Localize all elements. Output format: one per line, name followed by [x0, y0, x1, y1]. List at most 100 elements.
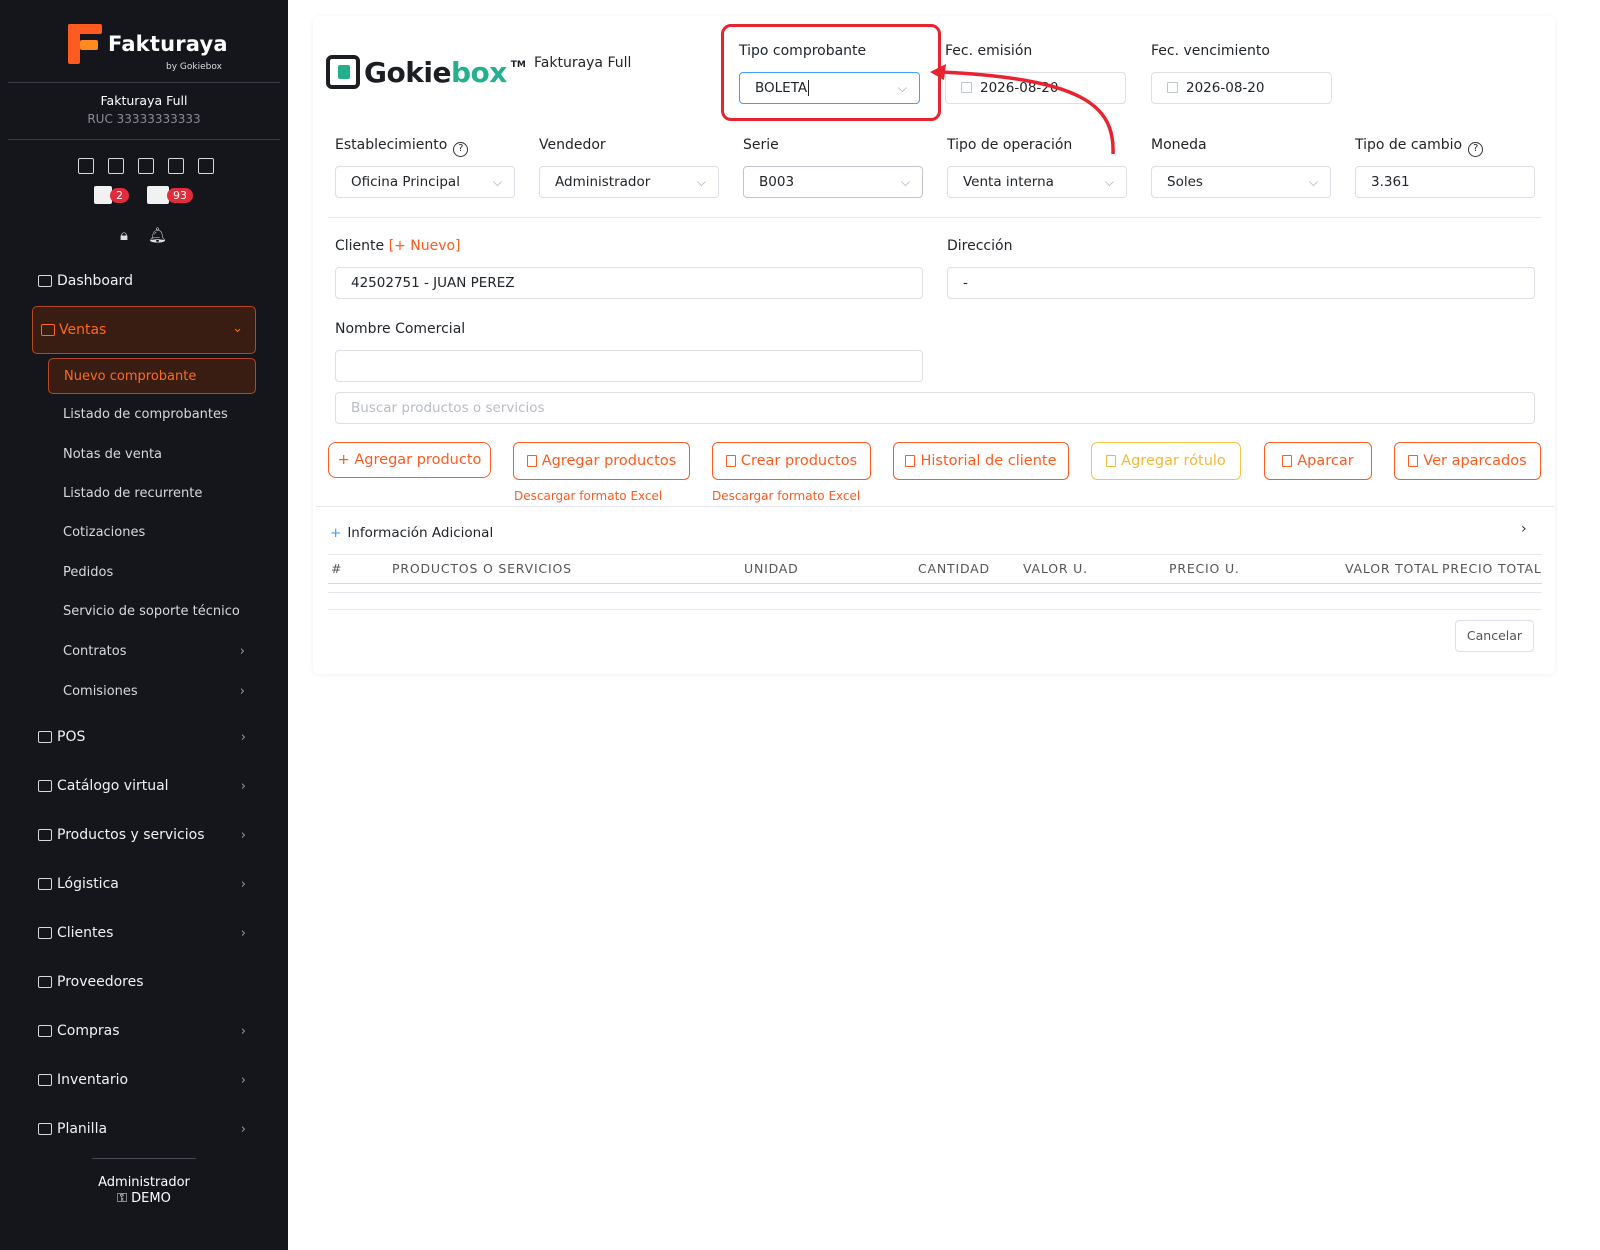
table-divider [328, 592, 1542, 593]
chevron-right-icon: › [240, 827, 246, 843]
chevron-right-icon: › [240, 925, 246, 941]
sidebar-item-label: Proveedores [57, 974, 144, 990]
sidebar-item-clientes[interactable]: Clientes › [38, 920, 258, 946]
table-divider [328, 554, 1542, 555]
sidebar-item-inventario[interactable]: Inventario › [38, 1067, 258, 1093]
download-excel-link[interactable]: Descargar formato Excel [514, 489, 662, 503]
boxes-badge[interactable]: 93 [147, 186, 193, 204]
sidebar-item-logistica[interactable]: Lógistica › [38, 871, 258, 897]
sidebar-item-label: Planilla [57, 1121, 108, 1137]
shopping-bag-icon [38, 1025, 52, 1037]
chevron-right-icon: › [239, 644, 245, 659]
inventory-icon [38, 1074, 52, 1086]
table-header-index: # [331, 561, 343, 576]
park-button[interactable]: Aparcar [1264, 442, 1372, 480]
sidebar-item-compras[interactable]: Compras › [38, 1018, 258, 1044]
key-icon: ⚿ [117, 1191, 132, 1206]
chevron-right-icon: › [240, 778, 246, 794]
sidebar-subitem-contratos[interactable]: Contratos › [63, 644, 253, 659]
list-icon [1106, 455, 1117, 467]
sidebar-subitem-notas-venta[interactable]: Notas de venta [63, 447, 253, 462]
view-parked-button[interactable]: Ver aparcados [1394, 442, 1541, 480]
chevron-down-icon: ⌵ [696, 175, 706, 189]
tipo-cambio-label: Tipo de cambio? [1355, 137, 1484, 157]
add-label-button[interactable]: Agregar rótulo [1091, 442, 1241, 480]
current-user-name[interactable]: Administrador [0, 1175, 288, 1190]
sidebar-item-proveedores[interactable]: Proveedores [38, 969, 258, 995]
users-icon[interactable] [168, 158, 184, 174]
info-adicional-toggle[interactable]: + Información Adicional [330, 525, 493, 541]
sidebar-item-label: Comisiones [63, 684, 138, 699]
box-icon[interactable] [198, 158, 214, 174]
app-layout: Fakturaya by Gokiebox Fakturaya Full RUC… [0, 0, 1600, 1250]
serie-select[interactable]: B003 ⌵ [743, 166, 923, 198]
client-history-button[interactable]: Historial de cliente [893, 442, 1069, 480]
help-icon[interactable]: ? [1468, 142, 1484, 157]
sidebar-item-ventas[interactable]: Ventas ⌄ [32, 306, 256, 354]
bell-icon[interactable]: 🔔︎ [148, 226, 167, 244]
brand-logo[interactable]: Fakturaya [68, 24, 228, 64]
quick-icons [78, 158, 214, 174]
sidebar-subitem-cotizaciones[interactable]: Cotizaciones [63, 525, 253, 540]
search-products-input[interactable]: Buscar productos o servicios [335, 392, 1535, 424]
chevron-right-icon: › [240, 876, 246, 892]
button-label: Aparcar [1297, 453, 1354, 469]
section-divider [316, 506, 1554, 507]
moneda-select[interactable]: Soles ⌵ [1151, 166, 1331, 198]
sidebar-item-planilla[interactable]: Planilla › [38, 1116, 258, 1142]
sidebar-subitem-nuevo-comprobante[interactable]: Nuevo comprobante [48, 358, 256, 394]
table-header-total-price: PRECIO TOTAL [1442, 561, 1542, 576]
add-products-excel-button[interactable]: Agregar productos [513, 442, 690, 480]
download-excel-link[interactable]: Descargar formato Excel [712, 489, 860, 503]
info-adicional-label: Información Adicional [347, 525, 494, 541]
button-label: Ver aparcados [1423, 453, 1527, 469]
sidebar-subitem-soporte-tecnico[interactable]: Servicio de soporte técnico [63, 604, 253, 619]
nuevo-cliente-link[interactable]: [+ Nuevo] [389, 238, 461, 254]
sidebar-item-label: Nuevo comprobante [64, 369, 197, 384]
tag-icon [38, 878, 52, 890]
vendedor-select[interactable]: Administrador ⌵ [539, 166, 719, 198]
store-icon[interactable] [108, 158, 124, 174]
box-icon [38, 829, 52, 841]
sidebar-item-productos[interactable]: Productos y servicios › [38, 822, 258, 848]
sidebar-item-catalogo[interactable]: Catálogo virtual › [38, 773, 258, 799]
sidebar-item-label: Lógistica [57, 876, 119, 892]
chevron-down-icon: ⌵ [1308, 175, 1318, 189]
calendar-badge[interactable]: 2 [94, 186, 129, 204]
badge-count: 2 [110, 187, 129, 203]
cancel-button[interactable]: Cancelar [1455, 620, 1534, 652]
fakturaya-logo-icon [68, 24, 102, 64]
calculator-icon[interactable] [138, 158, 154, 174]
sidebar-subitem-listado-comprobantes[interactable]: Listado de comprobantes [63, 407, 253, 422]
sidebar-item-dashboard[interactable]: Dashboard [38, 268, 258, 294]
file-excel-icon [526, 455, 537, 467]
vendedor-label: Vendedor [539, 137, 606, 153]
serie-label: Serie [743, 137, 779, 153]
cliente-label: Cliente [+ Nuevo] [335, 238, 461, 254]
help-icon[interactable]: ? [453, 142, 469, 157]
chevron-down-icon: ⌵ [1104, 175, 1114, 189]
add-product-button[interactable]: + Agregar producto [328, 442, 491, 478]
tipo-cambio-input[interactable]: 3.361 [1355, 166, 1535, 198]
sidebar-subitem-listado-recurrente[interactable]: Listado de recurrente [63, 486, 253, 501]
fec-vencimiento-label: Fec. vencimiento [1151, 43, 1270, 59]
direccion-input[interactable]: - [947, 267, 1535, 299]
create-products-button[interactable]: Crear productos [712, 442, 871, 480]
nombre-comercial-input[interactable] [335, 350, 923, 382]
sidebar-subitem-pedidos[interactable]: Pedidos [63, 565, 253, 580]
sidebar-item-label: Compras [57, 1023, 120, 1039]
document-icon[interactable] [78, 158, 94, 174]
tipo-operacion-select[interactable]: Venta interna ⌵ [947, 166, 1127, 198]
chevron-right-icon[interactable]: › [1521, 521, 1527, 537]
sidebar-subitem-comisiones[interactable]: Comisiones › [63, 684, 253, 699]
lock-icon[interactable]: 🔒︎ [120, 226, 128, 244]
logo-text: Gokiebox [364, 55, 507, 89]
date-value: 2026-08-20 [1186, 80, 1265, 96]
chevron-right-icon: › [240, 1072, 246, 1088]
company-title: Fakturaya Full [534, 55, 632, 71]
chevron-right-icon: › [240, 1023, 246, 1039]
cliente-input[interactable]: 42502751 - JUAN PEREZ [335, 267, 923, 299]
fec-vencimiento-date-input[interactable]: 2026-08-20 [1151, 72, 1332, 104]
sidebar-item-pos[interactable]: POS › [38, 724, 258, 750]
establecimiento-select[interactable]: Oficina Principal ⌵ [335, 166, 515, 198]
